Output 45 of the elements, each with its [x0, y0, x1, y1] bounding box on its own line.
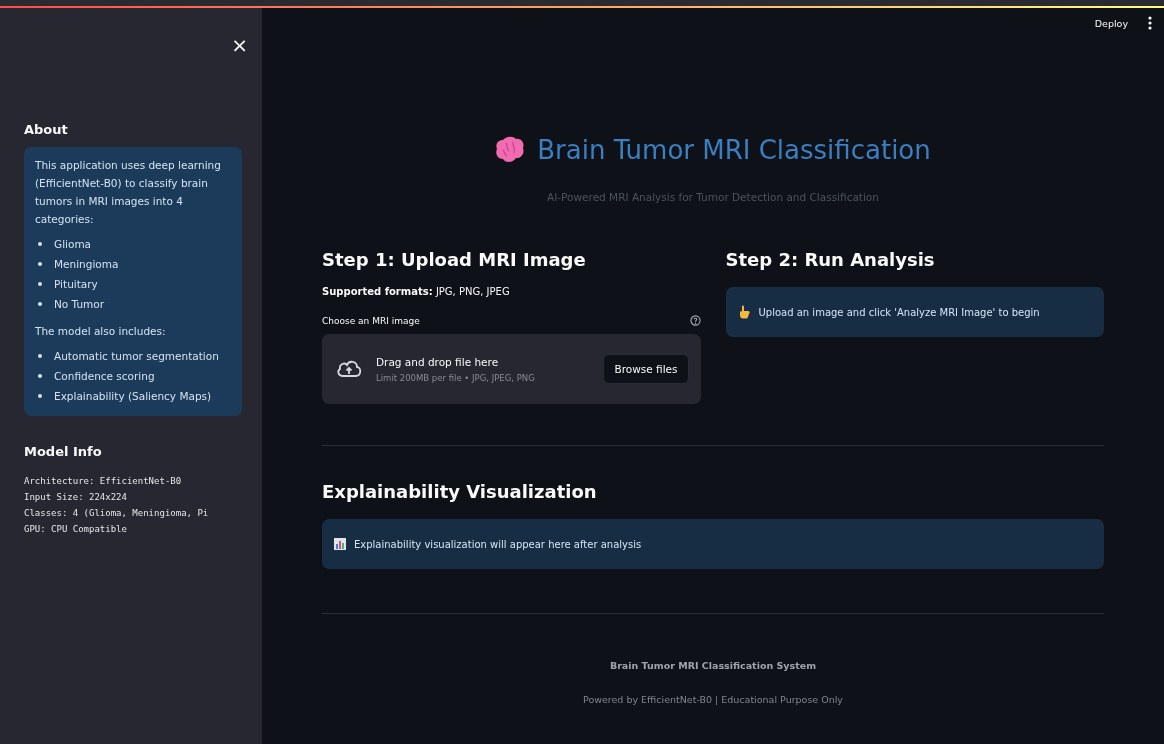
model-info-line: Classes: 4 (Glioma, Meningioma, Pi: [24, 507, 210, 520]
menu-icon[interactable]: [1148, 16, 1152, 30]
feature-item: Automatic tumor segmentation: [54, 349, 219, 364]
bullet-icon: [38, 262, 42, 266]
model-info-line: Architecture: EfficientNet-B0: [24, 475, 183, 488]
deploy-button[interactable]: Deploy: [1094, 17, 1128, 29]
drop-instruction: Drag and drop file here: [376, 355, 500, 368]
uploader-label: Choose an MRI image: [322, 315, 420, 326]
cloud-upload-icon: [336, 359, 362, 379]
includes-text: The model also includes:: [35, 324, 167, 339]
pointing-hand-icon: [737, 305, 751, 319]
footer-text: Powered by EfficientNet-B0 | Educational Purpose Only: [582, 694, 844, 705]
category-item: Glioma: [54, 237, 92, 252]
category-item: Meningioma: [54, 257, 119, 272]
section-heading: Step 1: Upload MRI Image: [322, 249, 587, 270]
category-item: Pituitary: [54, 277, 98, 292]
file-limit-text: Limit 200MB per file • JPG, JPEG, PNG: [376, 372, 536, 383]
formats-text: Supported formats: JPG, PNG, JPEG: [322, 286, 511, 297]
bullet-icon: [38, 302, 42, 306]
brain-icon: [495, 136, 526, 164]
feature-item: Explainability (Saliency Maps): [54, 389, 212, 404]
close-button[interactable]: ×: [231, 36, 248, 54]
bullet-icon: [38, 374, 42, 378]
bullet-icon: [38, 242, 42, 246]
page-subtitle: AI-Powered MRI Analysis for Tumor Detection and Classification: [546, 191, 880, 203]
model-info-heading: Model Info: [24, 444, 103, 459]
help-icon[interactable]: [689, 315, 701, 326]
info-text: Explainability visualization will appear here after analysis: [354, 538, 642, 550]
info-text: Upload an image and click 'Analyze MRI Image' to begin: [758, 306, 1040, 318]
bullet-icon: [38, 354, 42, 358]
bullet-icon: [38, 282, 42, 286]
about-text: This application uses deep learning (EfficientNet-B0) to classify brain tumors in MRI images into 4 categories:: [35, 158, 222, 227]
browse-files-button[interactable]: Browse files: [603, 354, 689, 384]
section-heading: Explainability Visualization: [322, 481, 598, 502]
feature-item: Confidence scoring: [54, 369, 155, 384]
file-dropzone[interactable]: Drag and drop file here Limit 200MB per file • JPG, JPEG, PNG Browse files: [322, 334, 701, 404]
model-info-line: GPU: CPU Compatible: [24, 523, 128, 536]
bullet-icon: [38, 394, 42, 398]
section-heading: Step 2: Run Analysis: [725, 249, 936, 270]
category-item: No Tumor: [54, 297, 105, 312]
page-title: Brain Tumor MRI Classification: [537, 135, 931, 165]
bar-chart-icon: [334, 538, 346, 550]
about-heading: About: [24, 122, 69, 137]
footer-title: Brain Tumor MRI Classification System: [608, 660, 818, 671]
model-info-line: Input Size: 224x224: [24, 491, 128, 504]
